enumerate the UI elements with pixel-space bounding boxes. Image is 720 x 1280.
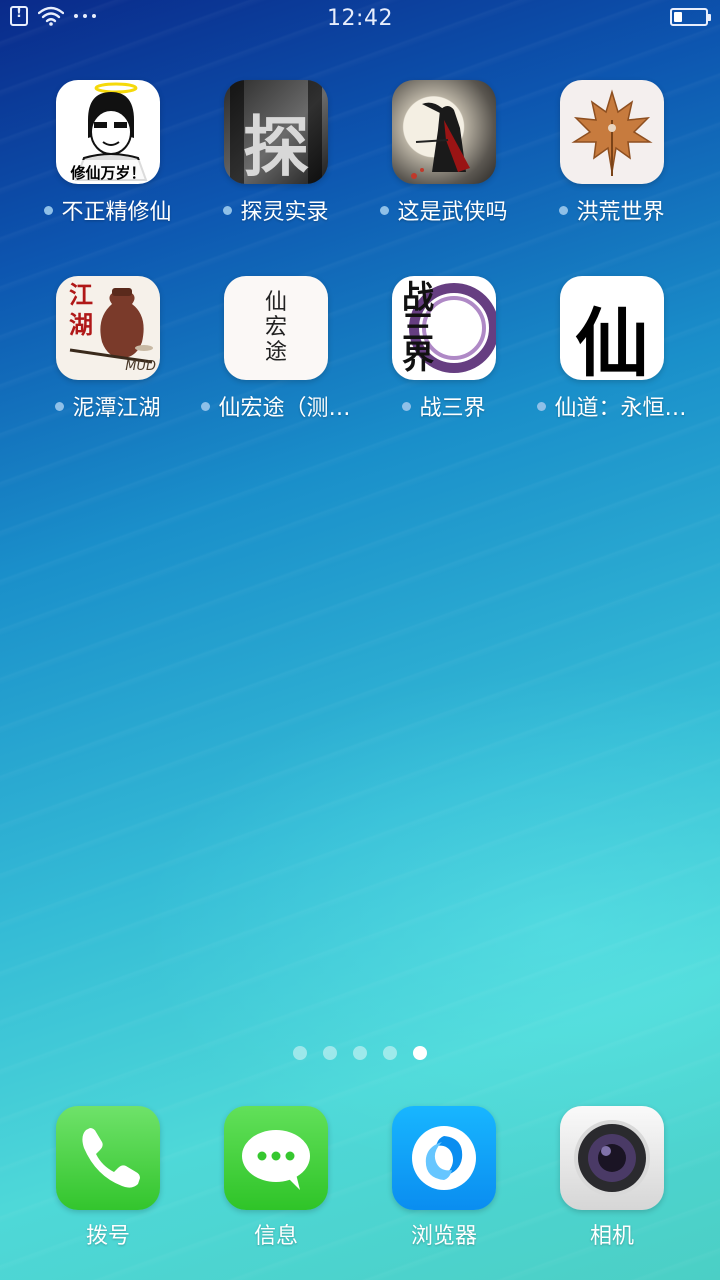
status-time: 12:42 <box>327 6 393 31</box>
app-label: 浏览器 <box>410 1224 477 1249</box>
page-dot[interactable] <box>293 1046 307 1060</box>
app-label: 仙道：永恒… <box>554 396 687 421</box>
new-badge-dot <box>55 401 65 411</box>
app-icon-glyph: 仙 <box>575 301 649 380</box>
jianghu-jar-icon: 江湖 MUD <box>56 276 160 380</box>
app-不正精修仙[interactable]: 修仙万岁！ 不正精修仙 <box>24 80 192 226</box>
page-dot[interactable] <box>413 1046 427 1060</box>
app-label: 泥潭江湖 <box>72 396 161 421</box>
zhansanjie-icon: 战三界 <box>392 276 496 380</box>
camera-icon <box>560 1106 664 1210</box>
dock-app-phone[interactable]: 拨号 <box>24 1106 192 1250</box>
new-badge-dot <box>380 205 390 215</box>
cartoon-face-icon: 修仙万岁！ <box>56 80 160 184</box>
new-badge-dot <box>223 205 233 215</box>
new-badge-dot <box>537 401 547 411</box>
xianhongtu-icon: 仙宏途 <box>224 276 328 380</box>
app-战三界[interactable]: 战三界 战三界 <box>360 276 528 422</box>
app-label: 不正精修仙 <box>61 200 172 225</box>
app-icon-caption: 修仙万岁！ <box>70 164 146 182</box>
page-dot[interactable] <box>323 1046 337 1060</box>
message-icon <box>224 1106 328 1210</box>
app-探灵实录[interactable]: 探 探灵实录 <box>192 80 360 226</box>
app-icon-glyph: 仙宏途 <box>264 290 287 365</box>
page-dot[interactable] <box>383 1046 397 1060</box>
app-label: 这是武侠吗 <box>397 200 508 225</box>
new-badge-dot <box>559 205 569 215</box>
phone-icon <box>56 1106 160 1210</box>
app-icon-glyph: 探 <box>243 108 309 184</box>
swordsman-moon-icon <box>392 80 496 184</box>
app-仙道永恒[interactable]: 仙 仙道：永恒… <box>528 276 696 422</box>
app-这是武侠吗[interactable]: 这是武侠吗 <box>360 80 528 226</box>
maple-leaf-icon <box>560 80 664 184</box>
battery-icon <box>670 8 711 26</box>
browser-icon <box>392 1106 496 1210</box>
app-label: 拨号 <box>85 1224 130 1249</box>
tan-character-icon: 探 <box>224 80 328 184</box>
new-badge-dot <box>402 401 412 411</box>
app-icon-subtext: MUD <box>125 359 156 374</box>
battery-level-fill <box>674 12 682 22</box>
new-badge-dot <box>201 401 211 411</box>
app-label: 信息 <box>253 1224 298 1249</box>
app-label: 洪荒世界 <box>576 200 665 225</box>
app-icon-glyph: 战三界 <box>402 278 435 376</box>
page-dot[interactable] <box>353 1046 367 1060</box>
dock-app-camera[interactable]: 相机 <box>528 1106 696 1250</box>
app-label: 战三界 <box>419 396 486 421</box>
app-label: 相机 <box>589 1224 634 1249</box>
xian-character-icon: 仙 <box>560 276 664 380</box>
app-泥潭江湖[interactable]: 江湖 MUD 泥潭江湖 <box>24 276 192 422</box>
dock-app-browser[interactable]: 浏览器 <box>360 1106 528 1250</box>
app-label: 探灵实录 <box>240 200 329 225</box>
dock-app-messages[interactable]: 信息 <box>192 1106 360 1250</box>
app-label: 仙宏途（测… <box>218 396 351 421</box>
new-badge-dot <box>44 205 54 215</box>
status-bar: 12:42 <box>0 0 720 40</box>
page-indicator[interactable] <box>0 1046 720 1060</box>
app-仙宏途[interactable]: 仙宏途 仙宏途（测… <box>192 276 360 422</box>
app-洪荒世界[interactable]: 洪荒世界 <box>528 80 696 226</box>
